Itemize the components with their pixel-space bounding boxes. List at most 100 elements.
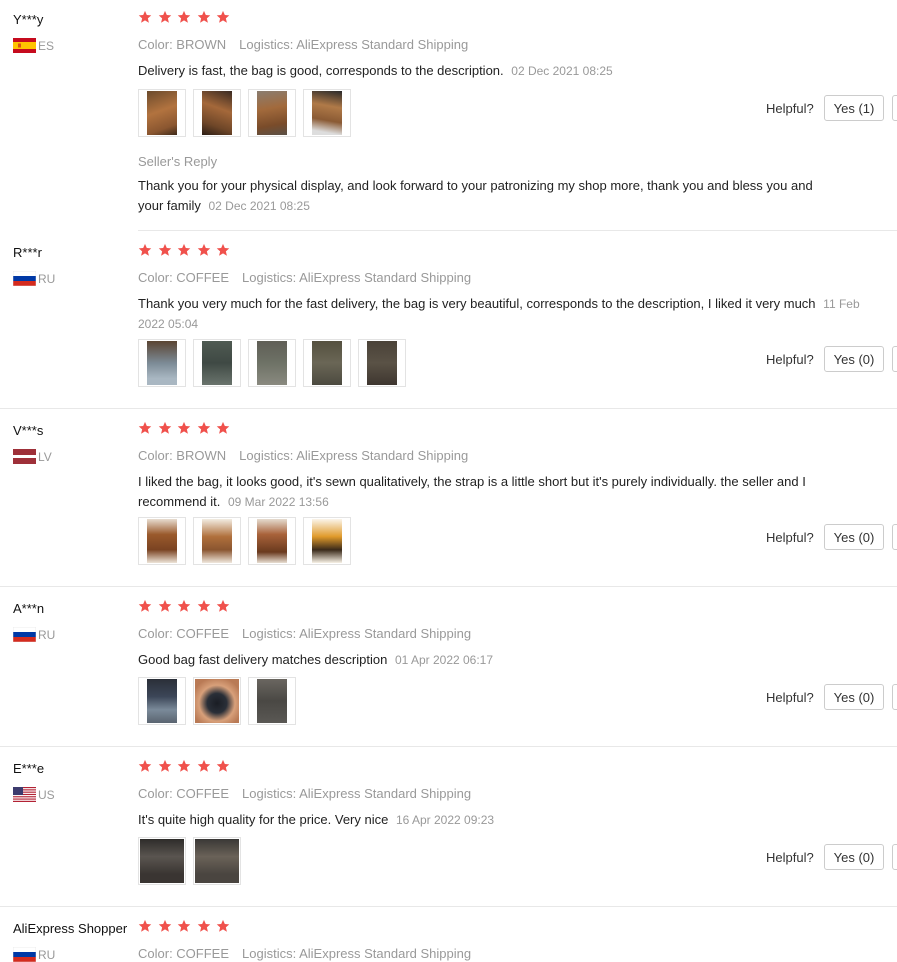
review-date: 09 Mar 2022 13:56 [228,495,329,509]
helpful-yes-button[interactable]: Yes (0) [824,346,884,372]
country-code: US [38,787,55,802]
reviewer-name: V***s [13,423,44,438]
helpful-label: Helpful? [766,530,814,545]
review-item: A***n RU Color: COFFEE Logistics: AliExpr… [0,589,897,747]
product-meta: Color: COFFEE Logistics: AliExpress Stand… [138,270,471,285]
review-date: 02 Dec 2021 08:25 [511,64,613,78]
review-photo[interactable] [303,339,351,387]
review-body: Good bag fast delivery matches descripti… [138,652,388,667]
review-photo[interactable] [248,677,296,725]
review-item: V***s LV Color: BROWN Logistics: AliExpre… [0,411,897,587]
star-icon [158,243,171,256]
review-text: Delivery is fast, the bag is good, corre… [138,61,853,81]
review-date: 16 Apr 2022 09:23 [395,813,495,827]
review-photo[interactable] [138,677,186,725]
review-body: It's quite high quality for the price. V… [138,812,389,827]
review-text: It's quite high quality for the price. V… [138,810,853,830]
review-body: Delivery is fast, the bag is good, corre… [138,63,504,78]
star-icon [158,599,171,612]
star-icon [197,243,210,256]
review-photo[interactable] [193,89,241,137]
review-photos [138,837,248,885]
review-date: 01 Apr 2022 06:17 [394,653,494,667]
review-photo[interactable] [138,89,186,137]
country-code: RU [38,947,56,962]
review-photo[interactable] [193,677,241,725]
reviewer-country: RU [13,627,55,642]
product-color: Color: COFFEE [138,786,230,801]
country-code: RU [38,271,56,286]
helpful-yes-button[interactable]: Yes (1) [824,95,884,121]
star-icon [138,421,152,434]
helpful-label: Helpful? [766,850,814,865]
star-icon [138,10,152,23]
helpful-yes-button[interactable]: Yes (0) [824,844,884,870]
star-icon [158,421,171,434]
logistics-info: Logistics: AliExpress Standard Shipping [242,626,472,641]
logistics-info: Logistics: AliExpress Standard Shipping [242,270,472,285]
seller-reply-label: Seller's Reply [138,154,218,169]
flag-ru-icon [13,271,36,286]
product-color: Color: COFFEE [138,626,230,641]
reviewer-name: E***e [13,761,45,776]
helpful-yes-button[interactable]: Yes (0) [824,684,884,710]
seller-reply-date: 02 Dec 2021 08:25 [208,199,310,213]
product-color: Color: BROWN [138,37,227,52]
divider [0,408,897,409]
logistics-info: Logistics: AliExpress Standard Shipping [242,786,472,801]
helpful-no-button[interactable] [892,524,897,550]
star-icon [177,759,191,772]
star-icon [197,599,210,612]
review-photo[interactable] [248,517,296,565]
review-photo[interactable] [138,517,186,565]
star-icon [138,759,152,772]
review-photo[interactable] [193,339,241,387]
star-icon [177,599,191,612]
reviewer-name: AliExpress Shopper [13,921,128,936]
star-icon [216,599,230,612]
divider [0,586,897,587]
helpful-yes-button[interactable]: Yes (0) [824,524,884,550]
star-icon [216,243,230,256]
helpful-no-button[interactable] [892,844,897,870]
star-rating [138,759,236,773]
star-icon [216,919,230,932]
star-icon [216,10,230,23]
reviewer-country: RU [13,947,55,962]
divider [0,906,897,907]
review-item: R***r RU Color: COFFEE Logistics: AliExpr… [0,233,897,409]
flag-ru-icon [13,947,36,962]
review-photo[interactable] [193,517,241,565]
helpful-no-button[interactable] [892,346,897,372]
review-photo[interactable] [303,517,351,565]
helpful-label: Helpful? [766,101,814,116]
divider [138,230,897,231]
review-photo[interactable] [248,89,296,137]
review-photo[interactable] [303,89,351,137]
flag-us-icon [13,787,36,802]
flag-es-icon [13,38,36,53]
star-icon [158,919,171,932]
review-item: E***e US Color: COFFEE Logistics: AliExpr… [0,749,897,907]
country-code: RU [38,627,56,642]
review-body: Thank you very much for the fast deliver… [138,296,816,311]
review-photos [138,517,358,565]
star-icon [158,10,171,23]
review-photo[interactable] [358,339,406,387]
reviewer-name: A***n [13,601,45,616]
product-color: Color: BROWN [138,448,227,463]
review-photo[interactable] [138,339,186,387]
helpful-no-button[interactable] [892,95,897,121]
review-photo[interactable] [248,339,296,387]
review-photo[interactable] [193,837,241,885]
review-photo[interactable] [138,837,186,885]
product-meta: Color: COFFEE Logistics: AliExpress Stand… [138,626,471,641]
star-icon [158,759,171,772]
reviewer-name: R***r [13,245,42,260]
review-photos [138,677,303,725]
star-icon [197,421,210,434]
star-icon [138,919,152,932]
star-rating [138,919,236,933]
star-icon [177,421,191,434]
helpful-no-button[interactable] [892,684,897,710]
